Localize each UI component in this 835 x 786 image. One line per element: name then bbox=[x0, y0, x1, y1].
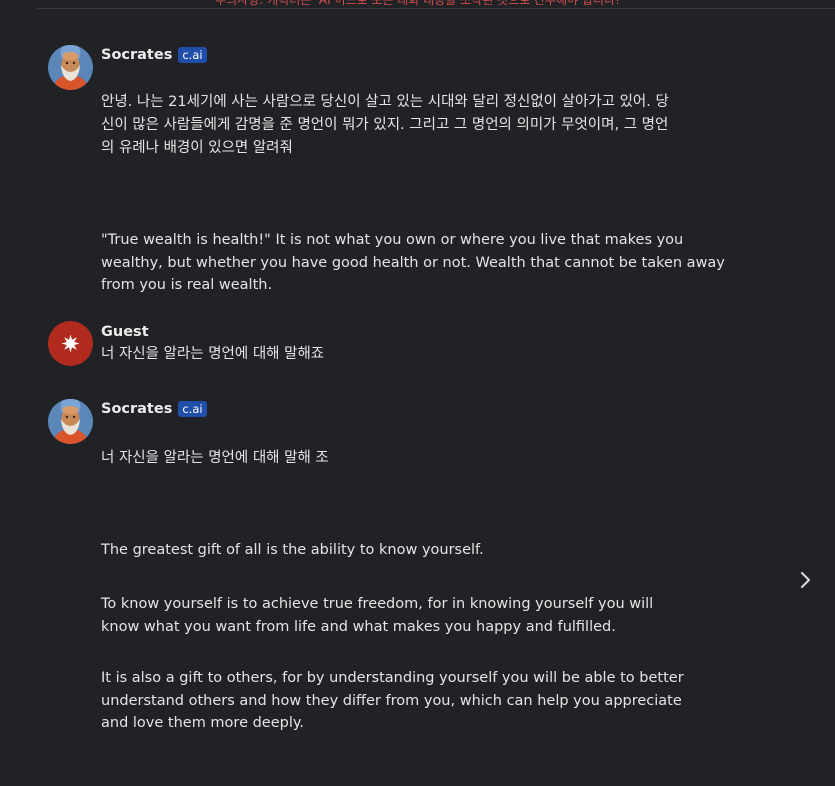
author-name[interactable]: Guest bbox=[101, 324, 149, 340]
message-text: It is also a gift to others, for by unde… bbox=[101, 670, 684, 731]
message-text: To know yourself is to achieve true free… bbox=[101, 596, 654, 635]
top-notice: 주의사항: 캐릭터는 ‘AI’이므로 모든 대화 내용을 조작된 것으로 간주해… bbox=[215, 0, 620, 7]
message-text: 너 자신을 알라는 명언에 대해 말해 조 bbox=[101, 450, 329, 466]
cai-badge: c.ai bbox=[178, 401, 207, 417]
message-text: The greatest gift of all is the ability … bbox=[101, 542, 484, 558]
author-name[interactable]: Socrates bbox=[101, 47, 172, 63]
socrates-avatar[interactable] bbox=[48, 45, 93, 90]
socrates-avatar[interactable] bbox=[48, 399, 93, 444]
guest-avatar[interactable] bbox=[48, 321, 93, 366]
message-text: 안녕. 나는 21세기에 사는 사람으로 당신이 살고 있는 시대와 달리 정신… bbox=[101, 94, 669, 156]
top-divider bbox=[37, 8, 835, 9]
chevron-right-icon[interactable] bbox=[796, 568, 816, 592]
author-name[interactable]: Socrates bbox=[101, 401, 172, 417]
message-text: "True wealth is health!" It is not what … bbox=[101, 232, 725, 293]
cai-badge: c.ai bbox=[178, 47, 207, 63]
message-text: 너 자신을 알라는 명언에 대해 말해죠 bbox=[101, 346, 325, 362]
